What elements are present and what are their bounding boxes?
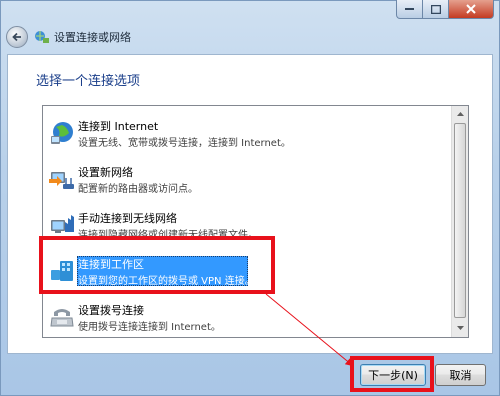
minimize-button[interactable] <box>396 0 423 19</box>
caption-buttons <box>396 0 494 19</box>
vertical-scrollbar[interactable] <box>451 106 468 337</box>
connection-options-list: 连接到 Internet 设置无线、宽带或拨号连接，连接到 Internet。 … <box>42 105 469 338</box>
back-arrow-icon <box>12 32 21 42</box>
item-title: 连接到 Internet <box>78 120 159 133</box>
nav-bar: 设置连接或网络 <box>6 24 131 50</box>
maximize-button[interactable] <box>423 0 449 19</box>
dialup-phone-icon <box>50 309 74 327</box>
minimize-icon <box>405 8 414 10</box>
router-setup-icon <box>49 172 74 189</box>
chevron-down-icon <box>456 326 464 330</box>
item-title: 设置拨号连接 <box>78 304 144 317</box>
item-title: 手动连接到无线网络 <box>78 212 177 225</box>
globe-network-icon <box>51 122 73 144</box>
close-icon <box>466 4 476 14</box>
close-button[interactable] <box>449 0 494 19</box>
annotation-highlight-item <box>39 236 275 294</box>
wireless-computer-icon <box>51 215 74 233</box>
item-description: 设置无线、宽带或拨号连接，连接到 Internet。 <box>78 138 291 149</box>
back-button[interactable] <box>6 26 28 48</box>
item-description: 使用拨号连接连接到 Internet。 <box>78 322 221 333</box>
window-title: 设置连接或网络 <box>54 31 131 44</box>
content-panel: 选择一个连接选项 连接到 Internet 设置无线、宽带或拨号连接，连接到 I… <box>7 54 493 354</box>
network-setup-icon <box>35 31 49 43</box>
page-heading: 选择一个连接选项 <box>36 74 141 89</box>
cancel-button[interactable]: 取消 <box>435 364 486 386</box>
scroll-up-button[interactable] <box>452 106 468 122</box>
item-description: 配置新的路由器或访问点。 <box>78 184 198 195</box>
scroll-thumb[interactable] <box>454 123 466 318</box>
list-item-dialup[interactable]: 设置拨号连接 使用拨号连接连接到 Internet。 <box>43 294 452 337</box>
list-item-connect-internet[interactable]: 连接到 Internet 设置无线、宽带或拨号连接，连接到 Internet。 <box>43 110 452 158</box>
item-title: 设置新网络 <box>78 166 133 179</box>
list-item-new-network[interactable]: 设置新网络 配置新的路由器或访问点。 <box>43 156 452 204</box>
chevron-up-icon <box>456 112 464 116</box>
maximize-icon <box>430 4 441 14</box>
annotation-highlight-next <box>350 356 434 392</box>
scroll-down-button[interactable] <box>452 320 468 336</box>
